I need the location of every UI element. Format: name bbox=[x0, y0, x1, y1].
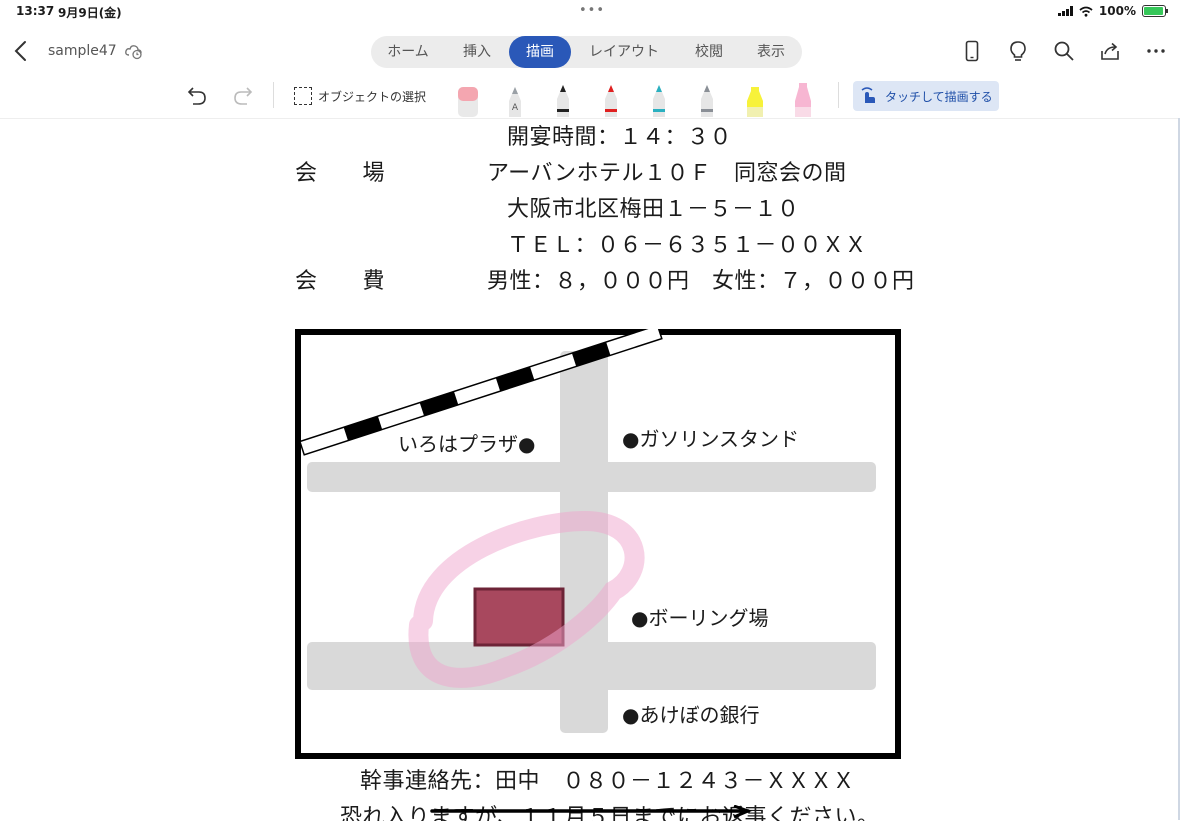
pen-teal-tool-icon[interactable] bbox=[646, 79, 672, 117]
ribbon-tabs: ホーム 挿入 描画 レイアウト 校閲 表示 bbox=[371, 36, 802, 68]
fee-value: 男性：８，０００円 女性：７，０００円 bbox=[487, 269, 915, 294]
contact-line: 幹事連絡先：田中 ０８０－１２４３－ＸＸＸＸ bbox=[360, 769, 856, 794]
battery-icon bbox=[1142, 5, 1168, 17]
status-bar: 13:37 9月9日(金) ••• 100% bbox=[0, 0, 1180, 24]
document-canvas[interactable]: 開宴時間：１４：３０ 会 場 アーバンホテル１０Ｆ 同窓会の間 大阪市北区梅田１… bbox=[0, 118, 1180, 821]
map-label-bank: ●あけぼの銀行 bbox=[622, 703, 760, 727]
status-date: 9月9日(金) bbox=[58, 6, 122, 20]
touch-hand-icon bbox=[861, 87, 875, 103]
status-right: 100% bbox=[1057, 4, 1168, 18]
tab-home[interactable]: ホーム bbox=[375, 36, 441, 68]
map-label-iroha-plaza: いろはプラザ● bbox=[398, 432, 536, 456]
select-objects-label: オブジェクトの選択 bbox=[318, 89, 427, 104]
cellular-signal-icon bbox=[1057, 6, 1073, 16]
lightbulb-icon[interactable] bbox=[1006, 39, 1030, 63]
fee-label: 会 費 bbox=[295, 269, 386, 294]
map-drawing bbox=[295, 329, 901, 759]
road-lower bbox=[307, 642, 876, 690]
tab-review[interactable]: 校閲 bbox=[681, 36, 737, 68]
venue-name: アーバンホテル１０Ｆ 同窓会の間 bbox=[487, 161, 847, 186]
redo-icon[interactable] bbox=[232, 84, 254, 106]
back-chevron-icon[interactable] bbox=[10, 38, 34, 64]
select-objects-icon bbox=[294, 87, 312, 105]
highlighter-pink-tool-icon[interactable] bbox=[790, 79, 816, 117]
search-icon[interactable] bbox=[1052, 39, 1076, 63]
touch-draw-label: タッチして描画する bbox=[885, 90, 993, 104]
strikethrough-ink-stroke bbox=[430, 805, 753, 819]
toolbar-divider bbox=[273, 82, 274, 108]
undo-icon[interactable] bbox=[186, 84, 208, 106]
venue-map[interactable]: いろはプラザ● ●ガソリンスタンド ●ボーリング場 ●あけぼの銀行 bbox=[295, 329, 901, 759]
tab-draw[interactable]: 描画 bbox=[509, 36, 571, 68]
status-time: 13:37 bbox=[16, 4, 55, 18]
road-upper bbox=[307, 462, 876, 492]
cloud-sync-icon[interactable] bbox=[124, 42, 144, 60]
tab-layout[interactable]: レイアウト bbox=[577, 36, 671, 68]
multitasking-dots-icon[interactable]: ••• bbox=[579, 3, 605, 18]
pen-gray-tool-icon[interactable] bbox=[694, 79, 720, 117]
pen-black-tool-icon[interactable] bbox=[550, 79, 576, 117]
opening-time-line: 開宴時間：１４：３０ bbox=[507, 125, 733, 150]
map-label-bowling: ●ボーリング場 bbox=[631, 606, 769, 630]
tab-view[interactable]: 表示 bbox=[741, 36, 801, 68]
venue-label: 会 場 bbox=[295, 161, 386, 186]
draw-toolbar: オブジェクトの選択 A タッチして描画する bbox=[0, 74, 1180, 118]
toolbar-divider bbox=[838, 82, 839, 108]
pen-red-tool-icon[interactable] bbox=[598, 79, 624, 117]
battery-percent: 100% bbox=[1098, 4, 1136, 18]
mobile-view-icon[interactable] bbox=[960, 39, 984, 63]
pencil-tool-icon[interactable]: A bbox=[502, 79, 528, 117]
touch-draw-button[interactable]: タッチして描画する bbox=[853, 81, 999, 111]
tab-insert[interactable]: 挿入 bbox=[449, 36, 505, 68]
share-icon[interactable] bbox=[1098, 39, 1122, 63]
highlighter-yellow-tool-icon[interactable] bbox=[742, 79, 768, 117]
venue-address: 大阪市北区梅田１－５－１０ bbox=[507, 197, 800, 222]
venue-tel: ＴＥＬ：０６－６３５１－００ＸＸ bbox=[507, 233, 868, 258]
eraser-tool-icon[interactable] bbox=[455, 79, 481, 117]
more-options-icon[interactable] bbox=[1144, 39, 1168, 63]
app-header: sample47 ホーム 挿入 描画 レイアウト 校閲 表示 bbox=[0, 28, 1180, 74]
svg-text:A: A bbox=[512, 103, 519, 113]
map-label-gas-station: ●ガソリンスタンド bbox=[622, 427, 800, 451]
select-objects-button[interactable]: オブジェクトの選択 bbox=[294, 87, 426, 105]
document-title[interactable]: sample47 bbox=[48, 43, 117, 59]
wifi-icon bbox=[1079, 6, 1093, 17]
